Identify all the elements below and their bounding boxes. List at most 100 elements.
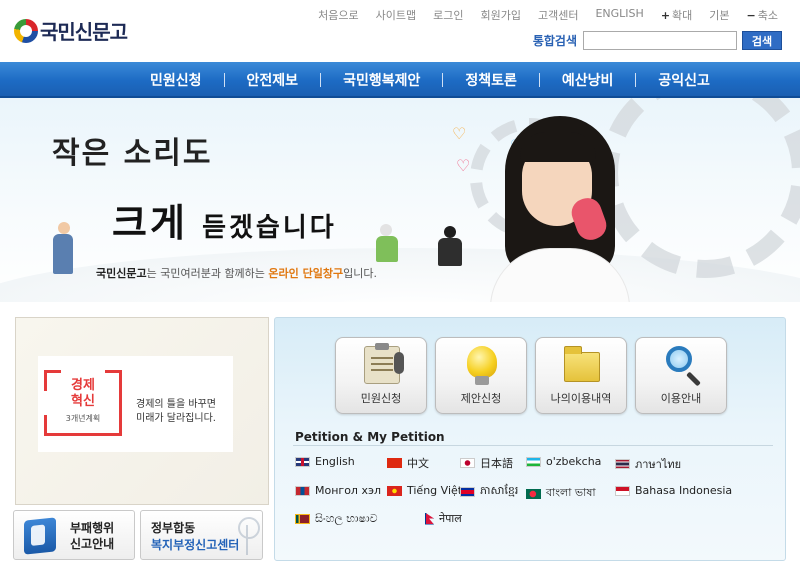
hero-description: 국민신문고는 국민여러분과 함께하는 온라인 단일창구입니다. <box>96 265 377 281</box>
promo-title: 경제 혁신 <box>48 378 118 410</box>
lang-link-bengali[interactable]: বাংলা ভাষা <box>526 484 596 503</box>
hero-headline-1: 작은 소리도 <box>52 136 213 171</box>
nav-divider <box>538 73 540 87</box>
zoom-out-label: 축소 <box>757 9 778 22</box>
promo-card: 경제 혁신 3개년계획 경제의 틀을 바꾸면 미래가 달라집니다. <box>38 356 233 452</box>
zoom-in-button[interactable]: + 확대 <box>661 7 692 23</box>
lang-label: বাংলা ভাষা <box>546 486 596 499</box>
main-nav-list: 민원신청 안전제보 국민행복제안 정책토론 예산낭비 공익신고 <box>150 62 710 98</box>
nav-item-public-interest-report[interactable]: 공익신고 <box>658 70 710 90</box>
util-link-join[interactable]: 회원가입 <box>481 7 521 23</box>
lang-link-nepali[interactable]: नेपाल <box>425 511 462 526</box>
search-input[interactable] <box>583 31 737 50</box>
util-link-customer-center[interactable]: 고객센터 <box>538 7 578 23</box>
hero-desc-end: 입니다. <box>343 267 377 280</box>
util-link-english[interactable]: ENGLISH <box>595 7 643 23</box>
lang-link-vietnamese[interactable]: Tiếng Việt <box>387 484 462 497</box>
service-label: 제안신청 <box>460 392 502 405</box>
nav-divider <box>320 73 322 87</box>
microphone-icon <box>394 352 404 374</box>
zoom-default-button[interactable]: 기본 <box>709 7 729 23</box>
anti-corruption-line2: 신고안내 <box>70 537 115 551</box>
nav-item-civil-petition[interactable]: 민원신청 <box>150 70 202 90</box>
anti-corruption-report-button[interactable]: 부패행위 신고안내 <box>13 510 135 560</box>
site-logo[interactable]: 국민신문고 <box>14 16 128 45</box>
lang-link-thai[interactable]: ภาษาไทย <box>615 455 681 473</box>
lang-link-indonesian[interactable]: Bahasa Indonesia <box>615 484 732 497</box>
lang-label: 日本語 <box>480 457 513 470</box>
folder-icon <box>564 346 600 382</box>
anti-corruption-line1: 부패행위 <box>70 521 115 535</box>
lang-link-sinhala[interactable]: සිංහල භාෂාව <box>295 512 378 526</box>
lang-label: Tiếng Việt <box>407 484 463 497</box>
nav-item-policy-debate[interactable]: 정책토론 <box>465 70 517 90</box>
service-label: 이용안내 <box>660 392 702 405</box>
plus-icon: + <box>660 9 671 22</box>
mongolia-flag-icon <box>295 485 310 496</box>
promo-text: 경제의 틀을 바꾸면 미래가 달라집니다. <box>136 398 216 426</box>
service-label: 민원신청 <box>360 392 402 405</box>
petition-title: Petition & My Petition <box>295 430 445 444</box>
economic-innovation-banner[interactable]: 경제 혁신 3개년계획 경제의 틀을 바꾸면 미래가 달라집니다. <box>15 317 269 505</box>
site-header: 국민신문고 처음으로 사이트맵 로그인 회원가입 고객센터 ENGLISH + 확… <box>0 0 800 62</box>
hero-headline-big: 크게 <box>112 200 188 245</box>
search-bar: 통합검색 검색 <box>533 31 782 50</box>
nav-item-happiness-proposal[interactable]: 국민행복제안 <box>343 70 420 90</box>
promo-text-line1: 경제의 틀을 바꾸면 <box>136 399 216 410</box>
lang-label: Монгол хэл <box>315 484 382 497</box>
nav-divider <box>442 73 444 87</box>
hero-desc-mid: 는 국민여러분과 함께하는 <box>146 267 269 280</box>
lang-link-mongolian[interactable]: Монгол хэл <box>295 484 381 497</box>
main-nav: 민원신청 안전제보 국민행복제안 정책토론 예산낭비 공익신고 <box>0 62 800 98</box>
lang-label: Bahasa Indonesia <box>635 484 733 497</box>
hero-desc-brand: 국민신문고 <box>96 267 147 280</box>
hero-banner: 작은 소리도 크게 듣겠습니다 국민신문고는 국민여러분과 함께하는 온라인 단… <box>0 98 800 302</box>
lang-link-chinese[interactable]: 中文 <box>387 455 429 471</box>
nepal-flag-icon <box>425 512 434 525</box>
promo-title-line1: 경제 <box>71 378 95 393</box>
heart-icon: ♡ <box>456 156 471 175</box>
uzbekistan-flag-icon <box>526 456 541 467</box>
lang-label: 中文 <box>407 457 429 470</box>
lang-link-khmer[interactable]: ភាសាខ្មែរ <box>460 484 518 500</box>
lang-link-uzbek[interactable]: o'zbekcha <box>526 455 601 468</box>
lang-link-japanese[interactable]: 日本語 <box>460 455 513 471</box>
taegeuk-logo-icon <box>14 18 38 43</box>
lang-label: नेपाल <box>439 512 462 525</box>
cambodia-flag-icon <box>460 487 475 497</box>
hero-headline-rest: 듣겠습니다 <box>202 213 337 243</box>
petition-divider <box>293 445 773 446</box>
thailand-flag-icon <box>615 459 630 469</box>
magnifier-icon <box>666 346 692 372</box>
service-proposal-button[interactable]: 제안신청 <box>435 337 527 414</box>
zoom-out-button[interactable]: − 축소 <box>747 7 778 23</box>
util-link-sitemap[interactable]: 사이트맵 <box>376 7 416 23</box>
lang-label: සිංහල භාෂාව <box>315 512 378 525</box>
phone-icon <box>24 517 56 555</box>
util-link-home[interactable]: 처음으로 <box>318 7 358 23</box>
service-label: 나의이용내역 <box>550 392 612 405</box>
hero-headline-2: 크게 듣겠습니다 <box>112 192 337 247</box>
magnifier-handle <box>686 371 701 387</box>
lang-link-english[interactable]: English <box>295 455 355 468</box>
lang-label: ภาษาไทย <box>635 458 682 471</box>
promo-title-line2: 혁신 <box>71 394 95 409</box>
nav-item-safety-report[interactable]: 안전제보 <box>247 70 299 90</box>
welfare-line1: 정부합동 <box>151 521 196 535</box>
welfare-fraud-center-button[interactable]: 정부합동 복지부정신고센터 <box>140 510 263 560</box>
sri-lanka-flag-icon <box>295 514 310 524</box>
search-button[interactable]: 검색 <box>742 31 782 50</box>
service-civil-petition-button[interactable]: 민원신청 <box>335 337 427 414</box>
utility-links: 처음으로 사이트맵 로그인 회원가입 고객센터 ENGLISH + 확대 기본 −… <box>301 7 778 23</box>
nav-item-budget-waste[interactable]: 예산낭비 <box>562 70 614 90</box>
lang-label: English <box>315 455 355 468</box>
bangladesh-flag-icon <box>526 488 541 499</box>
logo-text: 국민신문고 <box>40 20 128 44</box>
search-label: 통합검색 <box>532 34 577 48</box>
vietnam-flag-icon <box>387 485 402 496</box>
util-link-login[interactable]: 로그인 <box>433 7 463 23</box>
heart-icon: ♡ <box>452 124 467 143</box>
service-my-history-button[interactable]: 나의이용내역 <box>535 337 627 414</box>
service-guide-button[interactable]: 이용안내 <box>635 337 727 414</box>
wind-turbine-icon <box>238 515 260 555</box>
